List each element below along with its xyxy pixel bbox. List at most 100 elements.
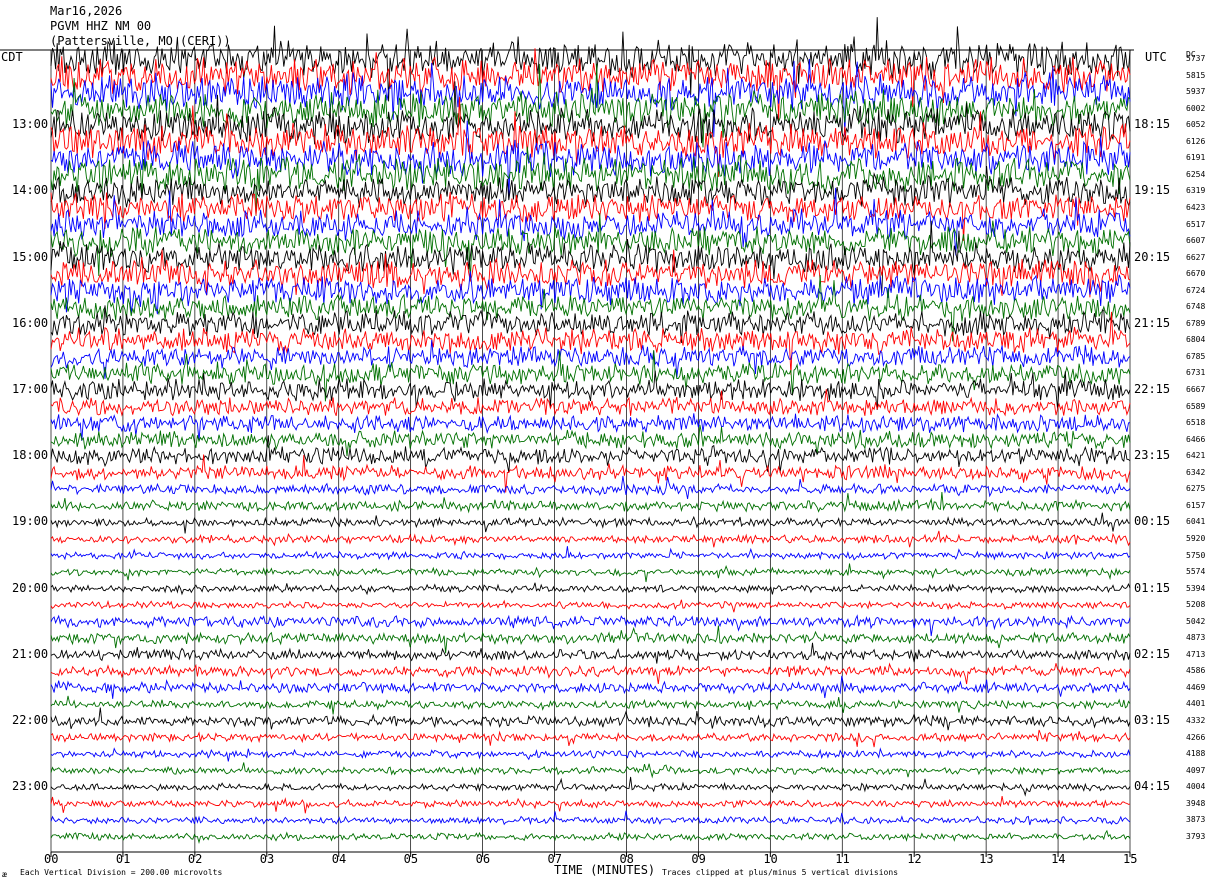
dc-offset-value: 6607 [1186,236,1206,246]
helicorder-plot [0,17,1134,857]
trace-line [50,796,1131,814]
x-tick-label: 12 [907,852,922,866]
dc-offset-value: 6804 [1186,335,1206,345]
dc-offset-value: 4097 [1186,765,1206,775]
dc-offset-value: 6421 [1186,451,1206,461]
trace-line [50,339,1131,379]
right-hour-label: 01:15 [1134,580,1171,595]
x-tick-label: 13 [979,852,994,866]
trace-line [50,675,1131,699]
dc-offset-value: 6731 [1186,368,1206,378]
dc-offset-value: 5937 [1186,87,1206,97]
dc-offset-value: 6157 [1186,500,1206,510]
left-hour-label: 23:00 [12,779,49,794]
trace-line [50,96,1131,178]
left-hour-label: 17:00 [12,382,49,396]
right-hour-label: 18:15 [1134,117,1171,132]
x-tick-label: 00 [44,852,59,866]
left-zone-label: CDT [1,50,23,64]
trace-line [50,625,1131,654]
dc-offset-value: 5920 [1186,533,1206,543]
trace-line [50,512,1131,534]
dc-offset-value: 6466 [1186,434,1206,444]
dc-offset-value: 6589 [1186,401,1206,411]
trace-line [50,191,1131,241]
dc-offset-value: 5737 [1186,54,1206,63]
left-hour-label: 13:00 [12,117,49,132]
right-hour-label: 02:15 [1134,646,1171,661]
right-hour-label: 04:15 [1134,779,1171,794]
dc-offset-value: 6052 [1186,120,1206,130]
dc-offset-value: 4713 [1186,649,1206,659]
dc-offset-value: 4873 [1186,633,1206,643]
dc-offset-value: 5750 [1186,550,1206,560]
trace-line [50,762,1131,779]
dc-offset-value: 5394 [1186,583,1206,593]
trace-line [50,810,1131,826]
trace-line [50,563,1131,583]
trace-line [50,776,1131,797]
left-hour-label: 20:00 [12,580,49,595]
trace-line [50,642,1131,664]
dc-offset-value: 6724 [1186,285,1206,295]
left-hour-label: 19:00 [12,514,49,529]
dc-offset-value: 6191 [1186,153,1206,163]
right-hour-label: 00:15 [1134,514,1171,529]
left-hour-label: 21:00 [12,646,49,661]
x-tick-label: 14 [1051,852,1066,866]
right-hour-label: 20:15 [1134,249,1171,264]
right-zone-label: UTC [1145,50,1167,64]
left-hour-label: 15:00 [12,249,49,264]
trace-line [50,582,1131,596]
dc-offset-value: 6041 [1186,517,1206,527]
dc-offset-value: 4266 [1186,732,1206,742]
footer-mark: æ [2,870,7,879]
trace-line [50,707,1131,731]
location-label: (Pattersville, MO (CERI)) [50,34,231,48]
dc-offset-value: 6126 [1186,136,1206,146]
dc-offset-value: 6342 [1186,467,1206,477]
dc-offset-value: 6670 [1186,269,1206,279]
x-tick-label: 10 [763,852,778,866]
dc-offset-value: 6319 [1186,186,1206,196]
trace-line [50,546,1131,561]
right-hour-label: 03:15 [1134,713,1171,727]
dc-offset-value: 6423 [1186,202,1206,212]
dc-offset-value: 6789 [1186,318,1206,328]
x-tick-label: 05 [403,852,419,866]
x-axis-title: TIME (MINUTES) [554,863,656,877]
dc-offset-value: 6748 [1186,302,1206,312]
dc-offset-value: 3873 [1186,815,1206,825]
left-hour-label: 18:00 [12,448,49,463]
seismic-traces [50,17,1131,845]
x-tick-label: 01 [115,852,131,866]
x-tick-label: 06 [475,852,491,866]
dc-offset-value: 4586 [1186,666,1206,676]
dc-offset-value: 4004 [1186,782,1206,792]
dc-offset-value: 6518 [1186,418,1206,428]
time-axis [50,851,1131,857]
trace-line [50,271,1131,315]
dc-offset-value: 3793 [1186,831,1206,841]
trace-line [50,389,1131,417]
trace-line [50,413,1131,442]
right-hour-label: 23:15 [1134,448,1171,463]
dc-offset-value: 6275 [1186,484,1206,494]
dc-offset-value: 4332 [1186,716,1206,725]
left-hour-label: 16:00 [12,315,49,330]
trace-line [50,311,1131,375]
dc-offset-value: 6002 [1186,103,1206,113]
left-hour-label: 14:00 [12,183,49,198]
dc-offset-value: 6517 [1186,219,1206,229]
right-hour-label: 19:15 [1134,183,1171,198]
trace-line [50,695,1131,715]
x-tick-label: 15 [1123,852,1138,866]
dc-offset-value: 6254 [1186,169,1206,179]
trace-line [50,530,1131,548]
station-label: PGVM HHZ NM 00 [50,19,152,33]
dc-offset-value: 3948 [1186,798,1206,808]
left-hour-label: 22:00 [12,713,49,727]
x-tick-label: 04 [331,852,347,866]
trace-line [50,475,1131,499]
x-tick-label: 11 [835,852,850,866]
